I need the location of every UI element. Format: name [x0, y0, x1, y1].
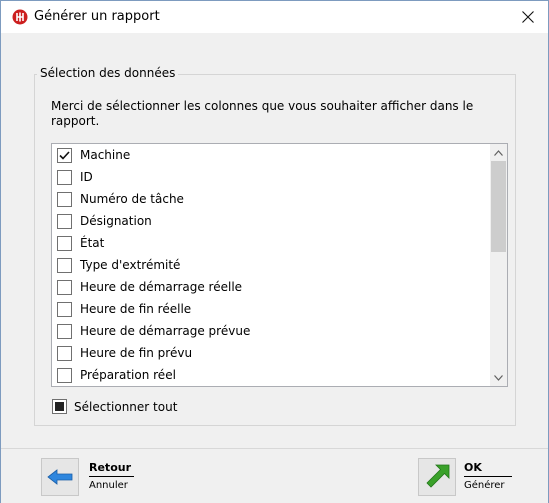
list-item[interactable]: Machine	[52, 144, 489, 166]
column-label: État	[80, 236, 105, 250]
scroll-down-button[interactable]	[490, 369, 507, 386]
list-item[interactable]: Désignation	[52, 210, 489, 232]
scroll-up-button[interactable]	[490, 144, 507, 161]
ok-button[interactable]	[418, 458, 456, 496]
back-button[interactable]	[41, 458, 79, 496]
column-label: Heure de fin réelle	[80, 302, 192, 316]
indeterminate-mark	[55, 402, 64, 411]
column-checkbox[interactable]	[57, 235, 72, 251]
instructions-text: Merci de sélectionner les colonnes que v…	[51, 99, 474, 128]
column-checkbox[interactable]	[57, 323, 72, 339]
select-all-box[interactable]	[52, 399, 67, 414]
column-label: Préparation réel	[80, 368, 176, 382]
scroll-thumb[interactable]	[491, 161, 506, 252]
column-label: Heure de fin prévu	[80, 346, 193, 360]
column-label: ID	[80, 170, 93, 184]
list-item[interactable]: Heure de fin prévu	[52, 342, 489, 364]
footer-bar: Retour Annuler OK Générer	[1, 448, 548, 503]
list-item[interactable]: Numéro de tâche	[52, 188, 489, 210]
title-bar: Générer un rapport	[1, 1, 548, 33]
ok-button-text[interactable]: OK Générer	[464, 461, 512, 492]
cancel-label: Annuler	[89, 480, 128, 491]
group-legend: Sélection des données	[37, 66, 179, 80]
generate-report-dialog: Générer un rapport Sélection des données…	[0, 0, 549, 503]
column-checkbox[interactable]	[57, 345, 72, 361]
column-label: Désignation	[80, 214, 152, 228]
list-item[interactable]: Heure de démarrage réelle	[52, 276, 489, 298]
back-label: Retour	[89, 461, 132, 474]
checkmark-icon	[59, 150, 70, 160]
column-checkbox[interactable]	[57, 191, 72, 207]
column-label: Type d'extrémité	[80, 258, 181, 272]
column-label: Heure de démarrage prévue	[80, 324, 251, 338]
arrow-up-right-icon	[426, 464, 450, 488]
column-label: Machine	[80, 148, 131, 162]
column-checkbox[interactable]	[57, 301, 72, 317]
vertical-scrollbar[interactable]	[490, 144, 507, 386]
list-item[interactable]: ID	[52, 166, 489, 188]
generate-label: Générer	[464, 480, 505, 491]
chevron-down-icon	[494, 374, 503, 381]
back-divider	[89, 476, 134, 477]
close-icon	[522, 11, 534, 23]
list-item[interactable]: Préparation réel	[52, 364, 489, 386]
column-checkbox[interactable]	[57, 367, 72, 383]
arrow-left-icon	[47, 469, 73, 485]
window-title: Générer un rapport	[34, 9, 160, 24]
column-label: Numéro de tâche	[80, 192, 184, 206]
select-all-label: Sélectionner tout	[74, 399, 178, 414]
list-item[interactable]: Heure de démarrage prévue	[52, 320, 489, 342]
back-button-text[interactable]: Retour Annuler	[89, 461, 134, 492]
columns-listbox[interactable]: Machine ID Numéro de tâche Désignation État T…	[51, 143, 508, 387]
list-item[interactable]: Heure de fin réelle	[52, 298, 489, 320]
column-checkbox[interactable]	[57, 213, 72, 229]
column-checkbox[interactable]	[57, 279, 72, 295]
list-item[interactable]: État	[52, 232, 489, 254]
column-checkbox[interactable]	[57, 169, 72, 185]
close-button[interactable]	[508, 1, 548, 33]
ok-label: OK	[464, 461, 482, 474]
list-item[interactable]: Type d'extrémité	[52, 254, 489, 276]
column-label: Heure de démarrage réelle	[80, 280, 243, 294]
column-checkbox[interactable]	[57, 257, 72, 273]
column-checkbox[interactable]	[57, 147, 72, 163]
ok-divider	[464, 476, 512, 477]
select-all-checkbox[interactable]: Sélectionner tout	[52, 399, 177, 414]
chevron-up-icon	[494, 149, 503, 156]
app-logo-icon	[12, 9, 28, 25]
